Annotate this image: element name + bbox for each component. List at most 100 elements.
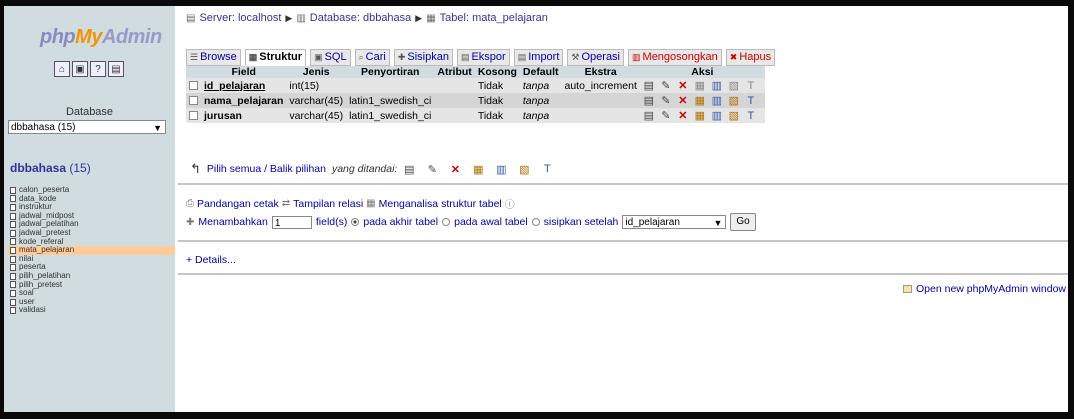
table-item[interactable]: validasi	[8, 306, 175, 315]
primary-key-icon[interactable]: ▦	[694, 94, 706, 107]
operations-icon: ⚒	[571, 52, 580, 62]
index-icon[interactable]: ▧	[728, 94, 740, 107]
changelog-icon[interactable]: ▤	[108, 61, 124, 77]
table-header-row: Field Jenis Penyortiran Atribut Kosong D…	[186, 66, 765, 78]
import-icon: ▤	[517, 52, 527, 62]
details-link[interactable]: + Details...	[186, 254, 236, 266]
row-checkbox[interactable]	[189, 111, 198, 121]
after-field-select[interactable]: id_pelajaran ▼	[622, 215, 727, 229]
field-count-input[interactable]: 1	[271, 215, 312, 229]
breadcrumb-table[interactable]: Tabel: mata_pelajaran	[440, 12, 548, 24]
structure-icon: ▦	[248, 52, 258, 62]
primary-key-icon[interactable]: ▦	[694, 109, 706, 122]
chevron-down-icon: ▼	[153, 123, 162, 133]
table-item-active[interactable]: mata_pelajaran	[8, 246, 175, 255]
index-icon[interactable]: ▧	[728, 109, 740, 122]
breadcrumb-database[interactable]: Database: dbbahasa	[310, 12, 412, 24]
relation-icon: ⇄	[281, 198, 291, 209]
col-atribut: Atribut	[434, 66, 475, 78]
tab-hapus[interactable]: ✖ Hapus	[725, 49, 776, 66]
unique-icon[interactable]: ▥	[711, 79, 723, 92]
delete-selected-icon[interactable]: ✕	[449, 163, 461, 176]
tab-ekspor[interactable]: ▤ Ekspor	[456, 49, 510, 66]
tab-sql[interactable]: ▣ SQL	[310, 49, 351, 66]
table-icon	[10, 246, 16, 254]
phpmyadmin-logo[interactable]: phpMyAdmin	[40, 26, 162, 49]
fulltext-icon[interactable]: T	[745, 95, 757, 107]
database-select[interactable]: dbbahasa (15) ▼	[8, 120, 166, 134]
edit-icon[interactable]: ✎	[660, 109, 672, 122]
unique-icon[interactable]: ▥	[711, 94, 723, 107]
add-field-icon: ✚	[186, 216, 195, 228]
after-label: sisipkan setelah	[543, 216, 619, 228]
breadcrumb-server[interactable]: Server: localhost	[199, 12, 281, 24]
browse-selected-icon[interactable]: ▤	[403, 163, 415, 176]
tab-browse[interactable]: ☰ Browse	[186, 49, 241, 66]
index-icon[interactable]: ▧	[728, 79, 740, 92]
radio-at-beginning[interactable]	[442, 218, 451, 226]
row-checkbox[interactable]	[189, 96, 198, 106]
tab-cari[interactable]: ⌕ Cari	[354, 49, 390, 66]
delete-icon[interactable]: ✕	[677, 109, 689, 122]
browse-distinct-icon[interactable]: ▤	[643, 94, 655, 107]
primary-key-icon[interactable]: ▦	[694, 79, 706, 92]
col-select	[186, 66, 201, 78]
open-new-window-link[interactable]: Open new phpMyAdmin window	[916, 283, 1066, 295]
browse-distinct-icon[interactable]: ▤	[643, 109, 655, 122]
home-icon[interactable]: ⌂	[54, 61, 70, 77]
unique-icon[interactable]: ▥	[711, 109, 723, 122]
field-type: int(15)	[286, 78, 347, 93]
print-view-link[interactable]: Pandangan cetak	[197, 198, 279, 210]
edit-selected-icon[interactable]: ✎	[426, 163, 438, 176]
primary-selected-icon[interactable]: ▦	[472, 163, 484, 176]
unique-selected-icon[interactable]: ▥	[495, 163, 507, 176]
structure-links: ⎙ Pandangan cetak ⇄ Tampilan relasi ▦ Me…	[186, 196, 515, 212]
table-row: jurusan varchar(45) latin1_swedish_ci Ti…	[186, 108, 765, 123]
select-all-link[interactable]: Pilih semua / Balik pilihan	[207, 163, 326, 175]
drop-icon: ✖	[729, 52, 738, 62]
table-icon: ▦	[426, 12, 436, 24]
help-icon[interactable]: ⓘ	[505, 196, 515, 211]
propose-structure-link[interactable]: Menganalisa struktur tabel	[379, 198, 502, 210]
table-icon	[10, 195, 16, 203]
field-name: jurusan	[201, 108, 287, 123]
fulltext-selected-icon[interactable]: T	[541, 163, 553, 175]
current-database-link[interactable]: dbbahasa (15)	[10, 161, 91, 175]
tab-sisipkan[interactable]: ✚ Sisipkan	[393, 49, 453, 66]
col-aksi: Aksi	[639, 66, 765, 78]
delete-icon[interactable]: ✕	[677, 79, 689, 92]
field-name: id_pelajaran	[201, 78, 287, 93]
tab-mengosongkan[interactable]: ▥ Mengosongkan	[628, 49, 722, 66]
tab-struktur[interactable]: ▦ Struktur	[244, 49, 307, 66]
field-extra: auto_increment	[561, 78, 640, 93]
delete-icon[interactable]: ✕	[677, 94, 689, 107]
edit-icon[interactable]: ✎	[660, 79, 672, 92]
row-checkbox[interactable]	[189, 81, 198, 91]
fulltext-icon[interactable]: T	[745, 80, 757, 92]
field-attribute	[434, 108, 475, 123]
tab-bar: ☰ Browse ▦ Struktur ▣ SQL ⌕ Cari ✚ Sisipkan ▤…	[186, 49, 776, 66]
index-selected-icon[interactable]: ▧	[518, 163, 530, 176]
with-selected-row: ↰ Pilih semua / Balik pilihan yang ditan…	[190, 161, 558, 177]
col-penyortiran: Penyortiran	[346, 66, 435, 78]
docs-icon[interactable]: ?	[90, 61, 106, 77]
table-icon	[10, 272, 16, 280]
export-icon: ▤	[460, 52, 470, 62]
field-default: tanpa	[519, 108, 562, 123]
radio-after[interactable]	[531, 218, 540, 226]
tab-import[interactable]: ▤ Import	[513, 49, 564, 66]
col-ekstra: Ekstra	[561, 66, 640, 78]
edit-icon[interactable]: ✎	[660, 94, 672, 107]
tab-operasi[interactable]: ⚒ Operasi	[567, 49, 625, 66]
radio-at-end[interactable]	[351, 218, 360, 226]
fulltext-icon[interactable]: T	[745, 110, 757, 122]
database-label: Database	[65, 106, 114, 118]
open-new-window[interactable]: Open new phpMyAdmin window	[903, 283, 1066, 295]
chevron-right-icon: ▶	[415, 12, 423, 23]
analyze-icon: ▦	[366, 198, 376, 209]
sql-query-icon[interactable]: ▣	[72, 61, 88, 77]
browse-icon: ☰	[190, 52, 199, 62]
relation-view-link[interactable]: Tampilan relasi	[293, 198, 363, 210]
browse-distinct-icon[interactable]: ▤	[643, 79, 655, 92]
go-button[interactable]: Go	[730, 213, 756, 231]
